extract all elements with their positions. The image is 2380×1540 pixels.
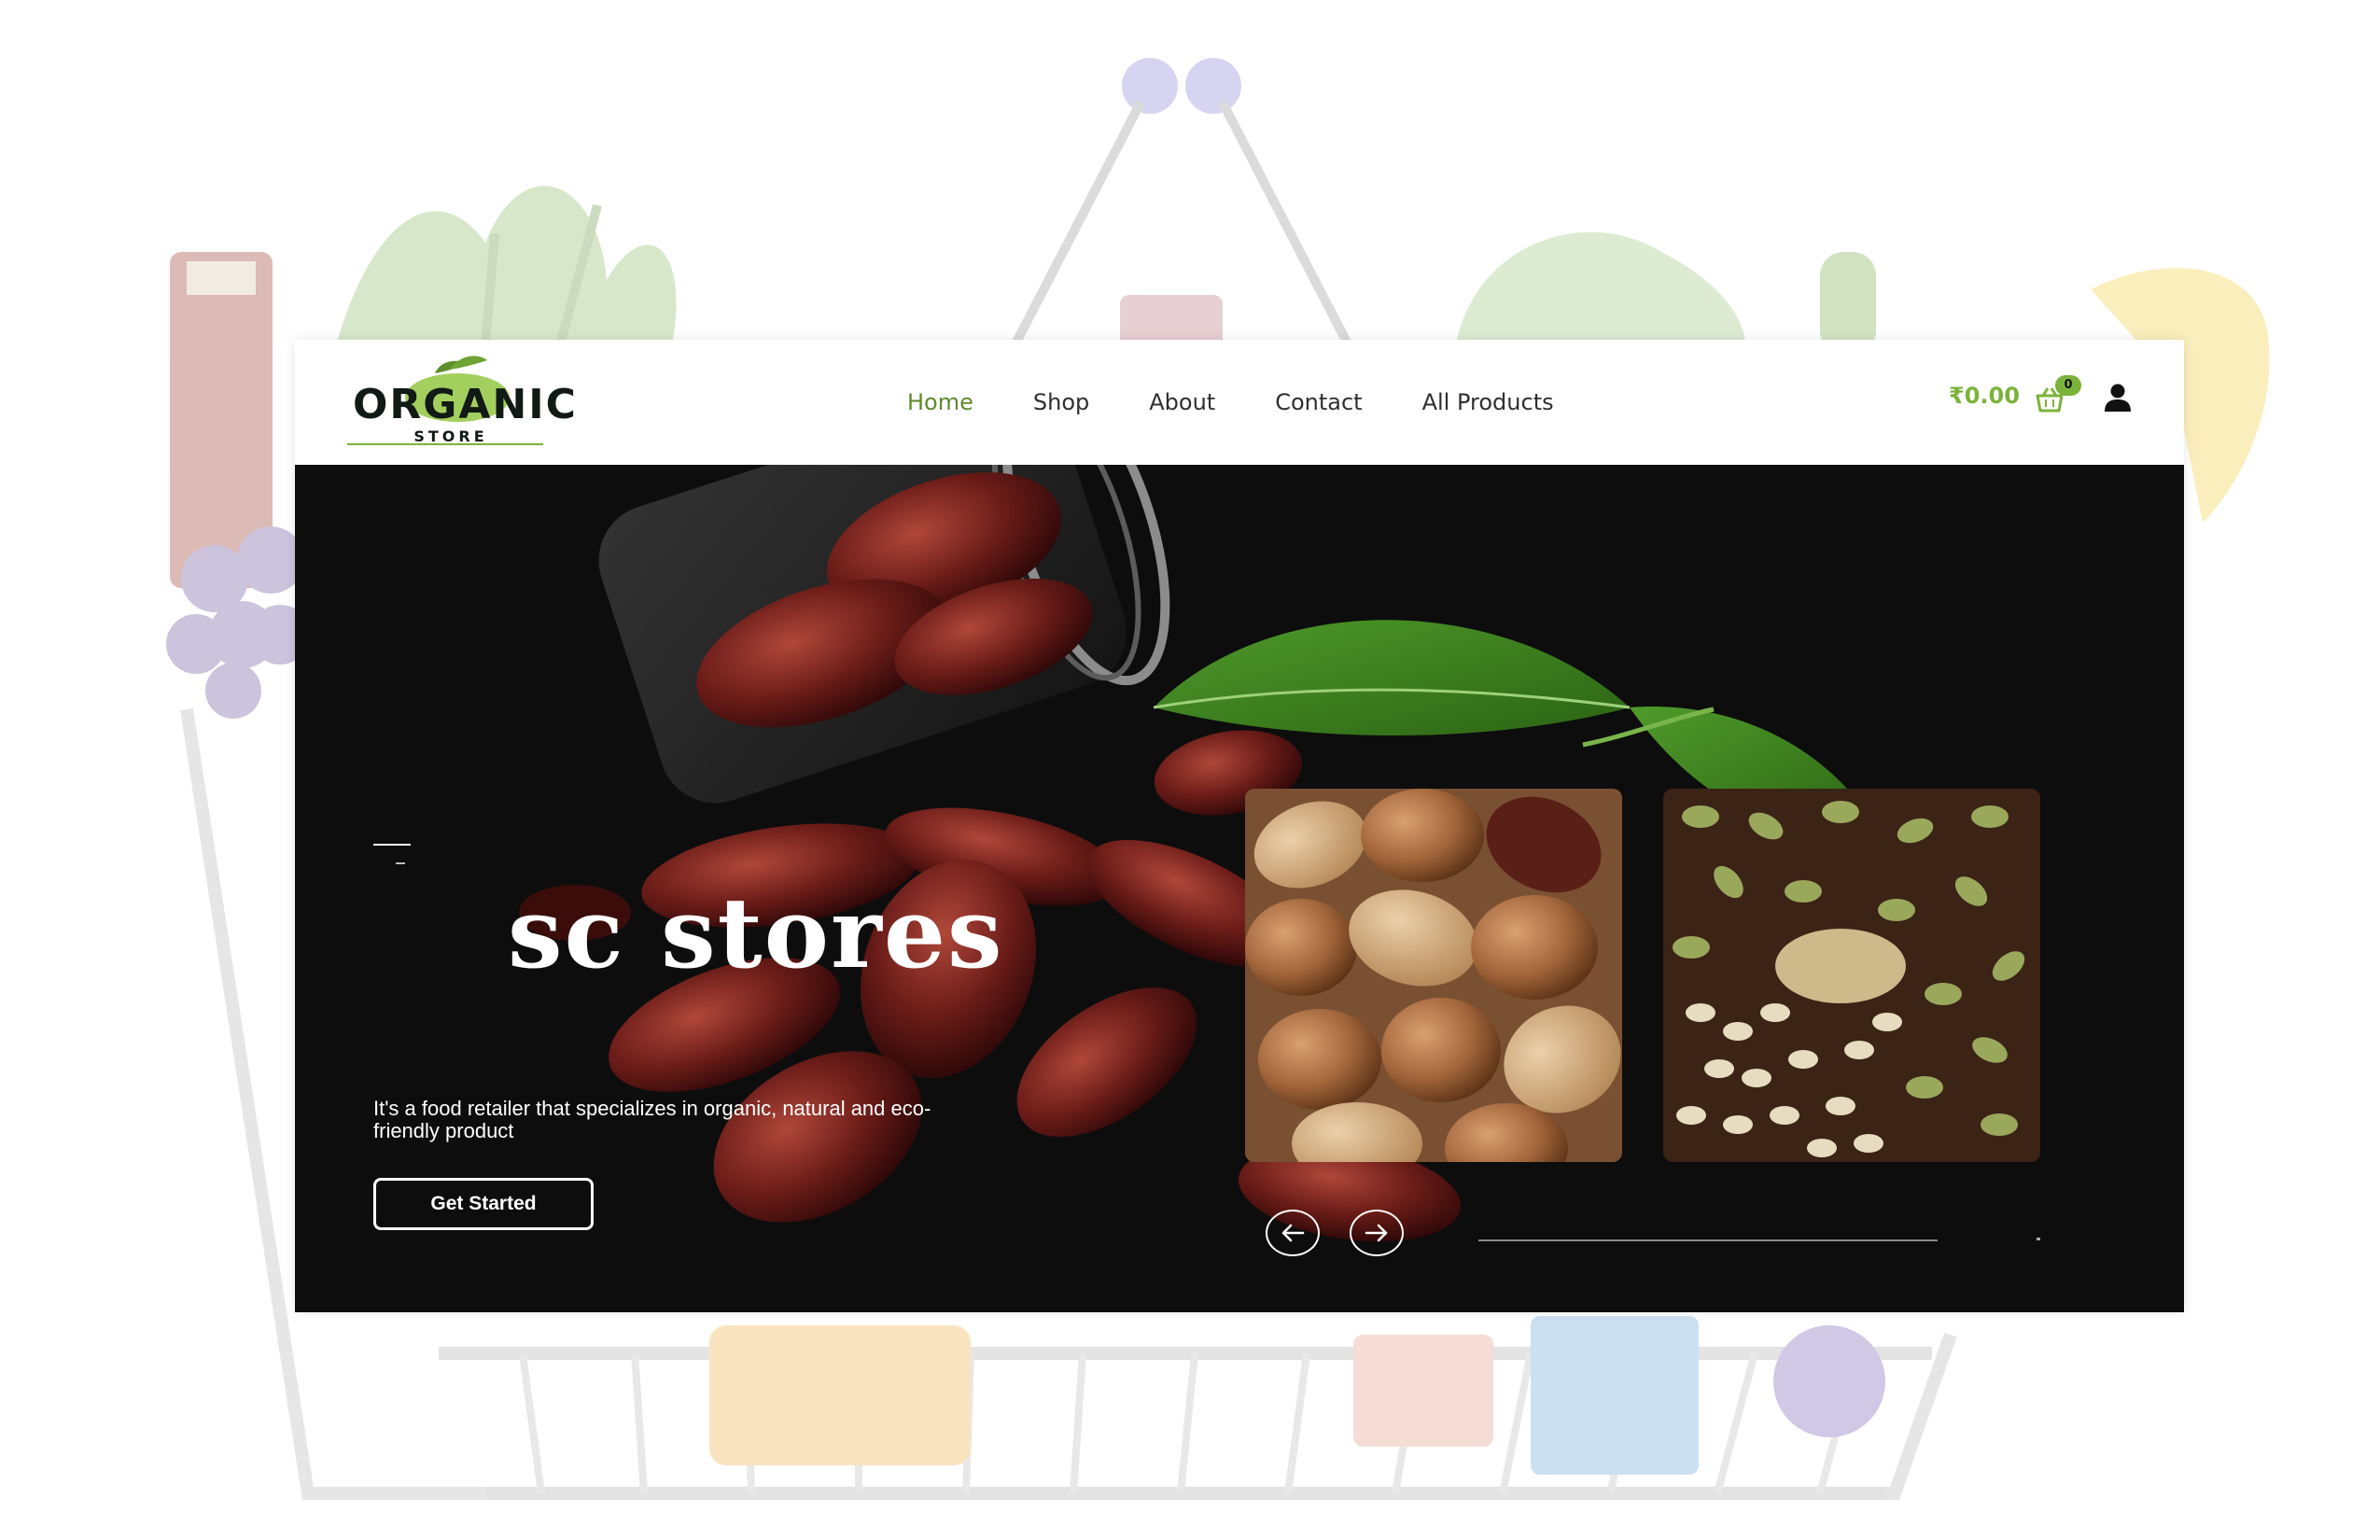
nav-about[interactable]: About	[1149, 389, 1215, 415]
nuts-card[interactable]	[1245, 789, 1622, 1162]
get-started-button[interactable]: Get Started	[373, 1178, 594, 1230]
hero-title: sc stores	[508, 875, 1004, 990]
arrow-right-icon	[1365, 1224, 1388, 1242]
nav-all-products[interactable]: All Products	[1422, 389, 1554, 415]
cart-total[interactable]: ₹0.00	[1949, 383, 2020, 409]
slide-indicator-line	[373, 844, 411, 846]
seeds-image	[1663, 789, 2040, 1162]
logo-wordmark: ORGANIC	[353, 381, 578, 428]
site-logo[interactable]: ORGANIC STORE	[338, 353, 578, 452]
user-icon[interactable]	[2104, 383, 2132, 413]
seeds-card[interactable]	[1663, 789, 2040, 1162]
slider-prev-button[interactable]	[1266, 1210, 1320, 1256]
nav-shop[interactable]: Shop	[1033, 389, 1089, 415]
website-window: ORGANIC STORE Home Shop About Contact Al…	[295, 340, 2184, 1312]
nav-home[interactable]: Home	[907, 389, 973, 415]
slider-next-button[interactable]	[1350, 1210, 1404, 1256]
slider-progress-dot	[2037, 1238, 2040, 1240]
hero-description: It's a food retailer that specializes in…	[373, 1097, 931, 1142]
hero-slider: sc stores It's a food retailer that spec…	[295, 465, 2184, 1312]
main-nav: Home Shop About Contact All Products	[907, 381, 1554, 424]
slider-progress-bar	[1478, 1239, 1938, 1241]
arrow-left-icon	[1281, 1224, 1305, 1242]
slide-indicator-dash	[396, 862, 405, 864]
site-header: ORGANIC STORE Home Shop About Contact Al…	[295, 340, 2184, 466]
logo-subtitle: STORE	[413, 427, 488, 445]
nav-contact[interactable]: Contact	[1275, 389, 1362, 415]
nuts-image	[1245, 789, 1622, 1162]
cart-count-badge: 0	[2055, 375, 2081, 396]
